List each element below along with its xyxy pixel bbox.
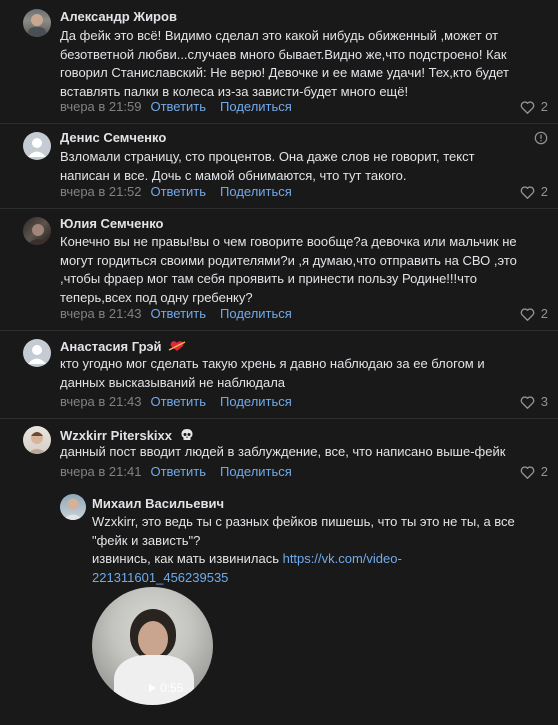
divider — [0, 418, 558, 419]
heart-icon — [520, 396, 535, 409]
avatar[interactable] — [23, 9, 51, 37]
duration-text: 0:55 — [160, 681, 184, 695]
avatar-photo — [63, 498, 83, 520]
share-button[interactable]: Поделиться — [220, 394, 292, 409]
heart-icon — [520, 466, 535, 479]
comment-date[interactable]: вчера в 21:59 — [60, 99, 141, 114]
comment-author[interactable]: Михаил Васильевич — [92, 496, 224, 512]
like-count: 2 — [540, 306, 548, 321]
comment-text: данный пост вводит людей в заблуждение, … — [60, 444, 506, 459]
author-name: Анастасия Грэй — [60, 339, 162, 354]
comment-date[interactable]: вчера в 21:41 — [60, 464, 141, 479]
like-count: 2 — [540, 99, 548, 114]
video-duration: 0:55 — [148, 681, 183, 695]
play-icon[interactable] — [148, 683, 157, 693]
divider — [0, 123, 558, 124]
avatar-photo — [28, 14, 46, 37]
comment-date[interactable]: вчера в 21:43 — [60, 306, 141, 321]
author-name: Wzxkirr Piterskixx — [60, 428, 173, 443]
comment-author[interactable]: Юлия Семченко — [60, 216, 164, 232]
like-count: 2 — [540, 464, 548, 479]
like-button[interactable]: 2 — [520, 99, 548, 115]
comment-meta: вчера в 21:59 Ответить Поделиться — [60, 99, 292, 115]
video-message[interactable]: 0:55 — [92, 587, 213, 705]
divider — [0, 208, 558, 209]
video-face — [138, 621, 168, 657]
share-button[interactable]: Поделиться — [220, 306, 292, 321]
comment-author[interactable]: Александр Жиров — [60, 9, 177, 25]
comment-meta: вчера в 21:52 Ответить Поделиться — [60, 184, 292, 200]
default-avatar-icon — [28, 345, 46, 364]
comment-text: Да фейк это всё! Видимо сделал это какой… — [60, 28, 509, 99]
comment-text: Конечно вы не правы!вы о чем говорите во… — [60, 234, 517, 305]
heart-icon — [520, 308, 535, 321]
like-button[interactable]: 2 — [520, 306, 548, 322]
share-button[interactable]: Поделиться — [220, 99, 292, 114]
reply-button[interactable]: Ответить — [150, 184, 206, 199]
comment-meta: вчера в 21:43 Ответить Поделиться — [60, 306, 292, 322]
comment-text: кто угодно мог сделать такую хрень я дав… — [60, 356, 485, 390]
avatar[interactable] — [23, 339, 51, 367]
avatar[interactable] — [23, 426, 51, 454]
comment-date[interactable]: вчера в 21:43 — [60, 394, 141, 409]
comment-date[interactable]: вчера в 21:52 — [60, 184, 141, 199]
avatar[interactable] — [23, 132, 51, 160]
video-body — [114, 655, 194, 705]
comment-meta: вчера в 21:43 Ответить Поделиться — [60, 394, 292, 410]
avatar-photo — [27, 224, 49, 245]
share-arrow-icon[interactable] — [96, 687, 108, 697]
share-button[interactable]: Поделиться — [220, 464, 292, 479]
warning-icon — [534, 131, 548, 145]
heart-arrow-emoji-icon — [168, 341, 186, 351]
like-button[interactable]: 2 — [520, 184, 548, 200]
like-button[interactable]: 3 — [520, 394, 548, 410]
default-avatar-icon — [28, 138, 46, 157]
comment-author[interactable]: Wzxkirr Piterskixx — [60, 428, 194, 444]
skull-emoji-icon — [181, 429, 193, 440]
comment-author[interactable]: Денис Семченко — [60, 130, 166, 146]
comment-meta: вчера в 21:41 Ответить Поделиться — [60, 464, 292, 480]
divider — [0, 330, 558, 331]
avatar-photo — [27, 432, 47, 454]
like-count: 3 — [540, 394, 548, 409]
like-button[interactable]: 2 — [520, 464, 548, 480]
heart-icon — [520, 186, 535, 199]
heart-icon — [520, 101, 535, 114]
reply-button[interactable]: Ответить — [150, 99, 206, 114]
reply-button[interactable]: Ответить — [150, 464, 206, 479]
share-button[interactable]: Поделиться — [220, 184, 292, 199]
comment-text: Взломали страницу, сто процентов. Она да… — [60, 149, 475, 183]
avatar[interactable] — [60, 494, 86, 520]
like-count: 2 — [540, 184, 548, 199]
avatar[interactable] — [23, 217, 51, 245]
comment-author[interactable]: Анастасия Грэй — [60, 339, 186, 355]
comment-text: Wzxkirr, это ведь ты с разных фейков пиш… — [92, 513, 532, 587]
reply-button[interactable]: Ответить — [150, 394, 206, 409]
reply-button[interactable]: Ответить — [150, 306, 206, 321]
